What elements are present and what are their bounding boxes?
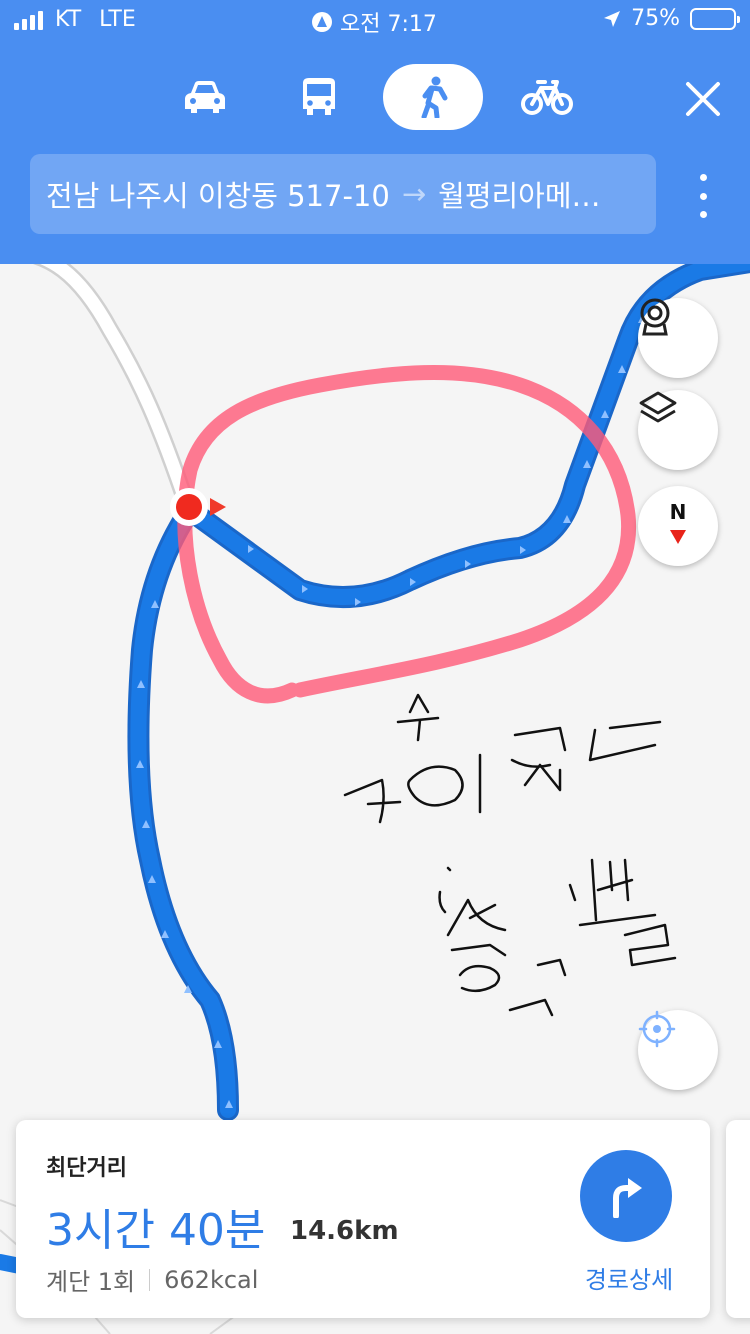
route-distance: 14.6km	[290, 1216, 399, 1246]
close-icon	[686, 82, 720, 116]
more-dot-icon	[699, 174, 707, 181]
route-arrow: →	[401, 177, 427, 211]
car-icon	[185, 81, 225, 113]
handwritten-note	[343, 693, 677, 1017]
carrier-label: KT	[55, 7, 82, 32]
status-bar: KT LTE 오전 7:17 75%	[0, 0, 750, 40]
status-left: KT LTE	[14, 7, 136, 32]
more-options-button[interactable]	[690, 174, 716, 218]
close-button[interactable]	[678, 74, 728, 124]
battery-percent: 75%	[631, 6, 680, 31]
locate-me-button[interactable]	[638, 1010, 718, 1090]
locate-icon	[638, 1010, 676, 1048]
meta-divider	[149, 1268, 151, 1291]
battery-icon	[690, 7, 740, 30]
cctv-button[interactable]	[638, 298, 718, 378]
mode-bus-button[interactable]	[288, 64, 350, 130]
next-route-card[interactable]	[726, 1120, 750, 1318]
clock: 오전 7:17	[340, 12, 437, 37]
status-center: 오전 7:17	[312, 6, 437, 38]
location-arrow-icon	[604, 10, 621, 27]
walk-icon	[421, 76, 448, 118]
compass-button[interactable]: N	[638, 486, 718, 566]
signal-icon	[14, 10, 43, 30]
compass-north-label: N	[669, 500, 687, 524]
route-destination: 월평리아메…	[438, 179, 601, 213]
route-card[interactable]: 최단거리 3시간 40분 14.6km 계단 1회 662kcal 경로상세	[16, 1120, 710, 1318]
compass-icon	[670, 530, 686, 544]
network-label: LTE	[99, 7, 136, 32]
route-calories: 662kcal	[164, 1265, 259, 1294]
mode-walk-button[interactable]	[383, 64, 483, 130]
map-road-inner	[40, 264, 194, 512]
bus-icon	[303, 78, 335, 115]
route-duration: 3시간 40분	[46, 1205, 266, 1256]
layers-icon	[639, 391, 677, 423]
layers-button[interactable]	[638, 390, 718, 470]
route-meta: 계단 1회 662kcal	[46, 1262, 258, 1297]
route-origin: 전남 나주시 이창동 517-10	[46, 179, 390, 213]
turn-right-icon	[613, 1178, 642, 1218]
mode-car-button[interactable]	[172, 64, 238, 130]
navigation-active-icon	[312, 12, 332, 32]
route-type-label: 최단거리	[46, 1156, 127, 1181]
route-stairs: 계단 1회	[46, 1268, 136, 1296]
status-right: 75%	[603, 6, 740, 31]
bike-icon	[521, 80, 573, 115]
mode-bike-button[interactable]	[518, 64, 576, 130]
route-summary-field[interactable]: 전남 나주시 이창동 517-10 → 월평리아메…	[30, 154, 656, 234]
more-dot-icon	[699, 192, 707, 200]
route-detail-button[interactable]	[580, 1150, 672, 1242]
more-dot-icon	[699, 211, 707, 218]
route-header: 전남 나주시 이창동 517-10 → 월평리아메…	[0, 40, 750, 264]
cctv-icon	[640, 298, 670, 336]
route-detail-label[interactable]: 경로상세	[564, 1260, 694, 1295]
